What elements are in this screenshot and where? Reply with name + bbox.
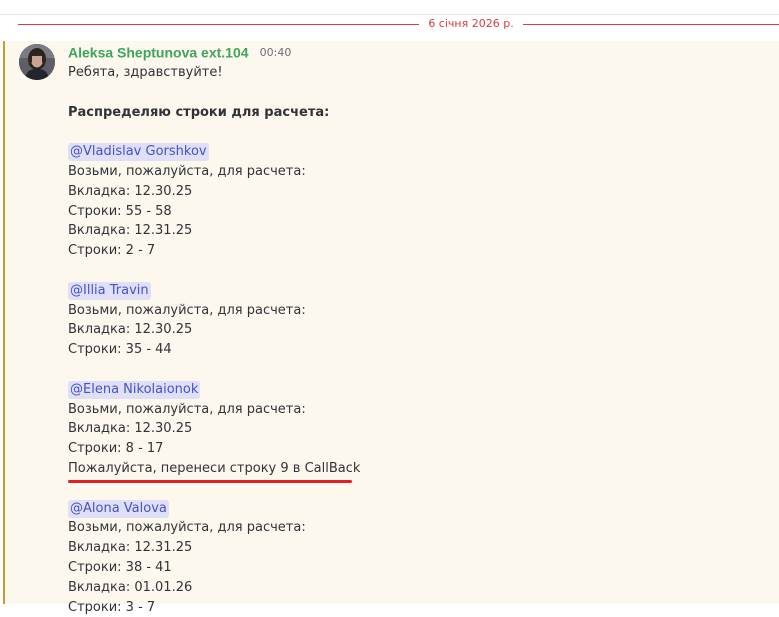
assignment-line: Строки: 8 - 17	[68, 441, 164, 457]
divider-line-right	[523, 24, 779, 25]
message-content: Aleksa Sheptunova ext.104 00:40 Ребята, …	[68, 41, 758, 617]
assignment-line: Строки: 35 - 44	[68, 342, 172, 358]
assignment-line: Возьми, пожалуйста, для расчета:	[68, 401, 306, 417]
assignment-mention-line: @Illia Travin	[68, 281, 758, 301]
assignment-line: Возьми, пожалуйста, для расчета:	[68, 163, 306, 179]
assignment-line: Вкладка: 12.31.25	[68, 223, 193, 239]
user-avatar-icon[interactable]	[19, 44, 55, 80]
assignment-line: Возьми, пожалуйста, для расчета:	[68, 302, 306, 318]
assignment-mention-line: @Vladislav Gorshkov	[68, 142, 758, 162]
message-header: Aleksa Sheptunova ext.104 00:40	[68, 41, 758, 63]
assignment-mention-line: @Alona Valova	[68, 499, 758, 519]
user-mention[interactable]: @Alona Valova	[68, 499, 169, 518]
assignment-note-line: Пожалуйста, перенеси строку 9 в CallBack	[68, 460, 361, 476]
date-divider: 6 січня 2026 р.	[18, 16, 779, 32]
assignment-line: Вкладка: 12.30.25	[68, 421, 193, 437]
cut-off-glyph: ˅	[20, 0, 26, 7]
assignment-line: Строки: 2 - 7	[68, 243, 156, 259]
user-mention[interactable]: @Elena Nikolaionok	[68, 380, 201, 399]
annotation-underline	[68, 480, 352, 483]
assignment-line: Вкладка: 12.30.25	[68, 183, 193, 199]
date-divider-label: 6 січня 2026 р.	[428, 17, 514, 30]
greeting-text: Ребята, здравствуйте!	[68, 65, 223, 80]
avatar-photo-icon	[19, 44, 55, 80]
assignment-mention-line: @Elena Nikolaionok	[68, 380, 758, 400]
assignment-line: Вкладка: 01.01.26	[68, 579, 193, 595]
assignment-line: Вкладка: 12.30.25	[68, 322, 193, 338]
chat-message[interactable]: Aleksa Sheptunova ext.104 00:40 Ребята, …	[3, 41, 779, 615]
previous-message-edge: ˅	[0, 0, 779, 15]
message-timestamp[interactable]: 00:40	[260, 46, 292, 59]
assignment-line: Строки: 55 - 58	[68, 203, 172, 219]
assignment-line: Строки: 38 - 41	[68, 559, 172, 575]
assignment-line: Возьми, пожалуйста, для расчета:	[68, 520, 306, 536]
assignment-line: Строки: 3 - 7	[68, 599, 156, 615]
assignment-line: Вкладка: 12.31.25	[68, 540, 193, 556]
divider-line-left	[18, 24, 419, 25]
author-name[interactable]: Aleksa Sheptunova ext.104	[68, 45, 249, 61]
user-mention[interactable]: @Vladislav Gorshkov	[68, 143, 209, 162]
heading-text: Распределяю строки для расчета:	[68, 104, 330, 120]
user-mention[interactable]: @Illia Travin	[68, 281, 151, 300]
